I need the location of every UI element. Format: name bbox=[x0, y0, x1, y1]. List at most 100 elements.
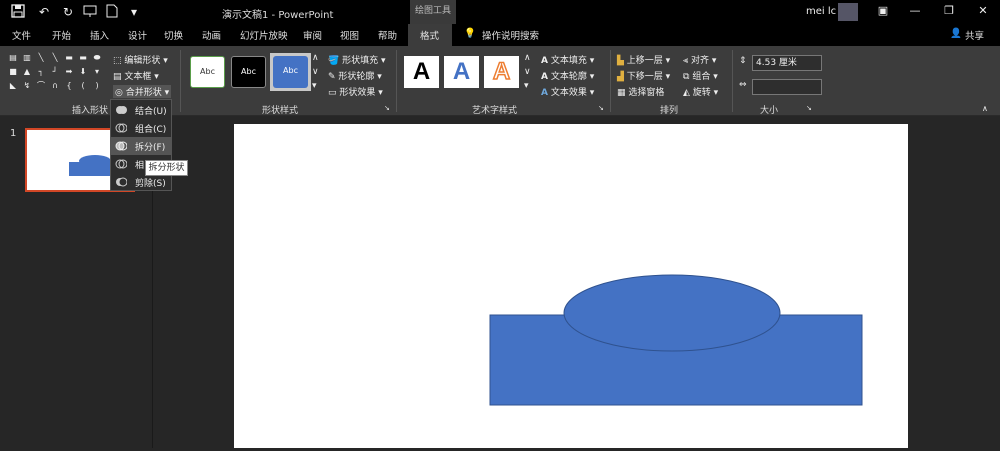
send-backward-icon: ▟ bbox=[617, 72, 624, 82]
send-backward-button[interactable]: ▟ 下移一层 ▾ bbox=[617, 69, 670, 82]
ellipse-shape[interactable] bbox=[563, 274, 781, 352]
styles-scroll-up-icon[interactable]: ∧ bbox=[312, 53, 319, 63]
wordart-blue[interactable]: A bbox=[444, 56, 479, 88]
ribbon-separator bbox=[396, 50, 397, 112]
shape-effects-button[interactable]: ▭ 形状效果 ▾ bbox=[328, 85, 383, 98]
tab-design[interactable]: 设计 bbox=[128, 28, 147, 42]
rectangle-shape-icon[interactable]: ▬ bbox=[64, 53, 74, 63]
textbox-shape-icon[interactable]: ▤ bbox=[8, 53, 18, 63]
more-shapes-icon[interactable]: ▾ bbox=[92, 67, 102, 77]
ribbon-display-icon[interactable]: ▣ bbox=[866, 0, 900, 24]
freeform-shape-icon[interactable]: ↯ bbox=[22, 81, 32, 91]
group-label-shape-styles: 形状样式 bbox=[262, 106, 299, 116]
merge-shapes-button[interactable]: ◎ 合并形状 ▾ bbox=[113, 85, 172, 98]
dialog-launcher-icon[interactable]: ↘ bbox=[806, 104, 812, 112]
styles-more-icon[interactable]: ▾ bbox=[312, 81, 317, 91]
share-icon[interactable]: 👤 bbox=[950, 28, 962, 39]
menu-item-fragment[interactable]: 拆分(F) bbox=[111, 137, 171, 155]
textbox-vertical-icon[interactable]: ▥ bbox=[22, 53, 32, 63]
brace3-shape-icon[interactable]: ) bbox=[92, 81, 102, 91]
ellipse-shape-icon[interactable]: ⬬ bbox=[92, 53, 102, 63]
dialog-launcher-icon[interactable]: ↘ bbox=[598, 104, 604, 112]
align-button[interactable]: ⫷ 对齐 ▾ bbox=[683, 53, 716, 66]
shape3-icon[interactable]: ◣ bbox=[8, 81, 18, 91]
tab-home[interactable]: 开始 bbox=[52, 28, 71, 42]
width-input[interactable] bbox=[752, 79, 822, 95]
send-backward-label: 下移一层 bbox=[626, 72, 663, 82]
shape-style-black[interactable]: Abc bbox=[231, 56, 266, 88]
selection-pane-button[interactable]: ▦ 选择窗格 bbox=[617, 85, 664, 98]
line-shape-icon[interactable]: ╲ bbox=[36, 53, 46, 63]
menu-item-combine[interactable]: 组合(C) bbox=[111, 119, 171, 137]
elbow-shape-icon[interactable]: ┘ bbox=[50, 67, 60, 77]
curve-shape-icon[interactable]: ⌒ bbox=[36, 81, 46, 91]
share-button[interactable]: 共享 bbox=[965, 28, 984, 42]
tab-help[interactable]: 帮助 bbox=[378, 28, 397, 42]
tab-view[interactable]: 视图 bbox=[340, 28, 359, 42]
brace2-shape-icon[interactable]: ( bbox=[78, 81, 88, 91]
wordart-orange-outline[interactable]: A bbox=[484, 56, 519, 88]
text-outline-button[interactable]: A 文本轮廓 ▾ bbox=[541, 69, 594, 82]
user-name[interactable]: mei lc bbox=[806, 6, 836, 17]
slide-number: 1 bbox=[10, 128, 17, 139]
dialog-launcher-icon[interactable]: ↘ bbox=[384, 104, 390, 112]
wordart-black[interactable]: A bbox=[404, 56, 439, 88]
tab-format[interactable]: 格式 bbox=[420, 28, 439, 42]
tab-insert[interactable]: 插入 bbox=[90, 28, 109, 42]
shapes-gallery[interactable]: ▤ ▥ ╲ ╲ ▬ ▬ ⬬ ■ ▲ ┐ ┘ ➡ ⬇ ▾ ◣ ↯ ⌒ ∩ { ( … bbox=[8, 53, 108, 97]
curve2-shape-icon[interactable]: ∩ bbox=[50, 81, 60, 91]
new-file-icon[interactable] bbox=[104, 4, 120, 20]
tab-transitions[interactable]: 切换 bbox=[164, 28, 183, 42]
customize-qat-icon[interactable]: ▾ bbox=[126, 4, 142, 20]
collapse-ribbon-icon[interactable]: ∧ bbox=[982, 104, 988, 113]
present-icon[interactable] bbox=[82, 4, 98, 20]
edit-shape-button[interactable]: ⬚ 编辑形状 ▾ bbox=[113, 53, 168, 66]
group-label: 组合 bbox=[692, 72, 711, 82]
wordart-scroll-down-icon[interactable]: ∨ bbox=[524, 67, 531, 77]
bring-forward-button[interactable]: ▙ 上移一层 ▾ bbox=[617, 53, 670, 66]
union-icon bbox=[115, 104, 127, 116]
styles-scroll-down-icon[interactable]: ∨ bbox=[312, 67, 319, 77]
shape-outline-button[interactable]: ✎ 形状轮廓 ▾ bbox=[328, 69, 382, 82]
text-effects-button[interactable]: A 文本效果 ▾ bbox=[541, 85, 594, 98]
arrow-down-shape-icon[interactable]: ⬇ bbox=[78, 67, 88, 77]
rounded-rect-shape-icon[interactable]: ▬ bbox=[78, 53, 88, 63]
connector-shape-icon[interactable]: ┐ bbox=[36, 67, 46, 77]
restore-button[interactable]: ❐ bbox=[932, 0, 966, 24]
tab-slideshow[interactable]: 幻灯片放映 bbox=[240, 28, 288, 42]
selection-pane-icon: ▦ bbox=[617, 88, 626, 98]
shape-style-white[interactable]: Abc bbox=[190, 56, 225, 88]
rect2-shape-icon[interactable]: ■ bbox=[8, 67, 18, 77]
group-button[interactable]: ⧉ 组合 ▾ bbox=[683, 69, 718, 82]
arrow-right-shape-icon[interactable]: ➡ bbox=[64, 67, 74, 77]
tab-review[interactable]: 审阅 bbox=[303, 28, 322, 42]
save-icon[interactable] bbox=[10, 4, 26, 20]
group-label-size: 大小 bbox=[760, 106, 779, 116]
redo-icon[interactable]: ↻ bbox=[60, 4, 76, 20]
search-tell-me[interactable]: 操作说明搜索 bbox=[482, 28, 539, 42]
shape-effects-label: 形状效果 bbox=[339, 88, 376, 98]
rotate-button[interactable]: ◭ 旋转 ▾ bbox=[683, 85, 718, 98]
pencil-icon: ✎ bbox=[328, 72, 336, 82]
slide-canvas[interactable] bbox=[234, 124, 908, 448]
text-fill-button[interactable]: A 文本填充 ▾ bbox=[541, 53, 594, 66]
menu-item-union[interactable]: 结合(U) bbox=[111, 101, 171, 119]
shape-style-blue[interactable]: Abc bbox=[273, 56, 308, 88]
height-input[interactable]: 4.53 厘米 bbox=[752, 55, 822, 71]
undo-icon[interactable]: ↶ bbox=[36, 4, 52, 20]
menu-item-label: 剪除(S) bbox=[135, 179, 166, 189]
close-button[interactable]: ✕ bbox=[966, 0, 1000, 24]
tab-file[interactable]: 文件 bbox=[12, 28, 31, 42]
ribbon-separator bbox=[180, 50, 181, 112]
text-box-button[interactable]: ▤ 文本框 ▾ bbox=[113, 69, 159, 82]
fragment-icon bbox=[115, 140, 128, 152]
minimize-button[interactable]: — bbox=[898, 0, 932, 24]
tab-animations[interactable]: 动画 bbox=[202, 28, 221, 42]
wordart-scroll-up-icon[interactable]: ∧ bbox=[524, 53, 531, 63]
shape-fill-button[interactable]: 🪣 形状填充 ▾ bbox=[328, 53, 386, 66]
brace-shape-icon[interactable]: { bbox=[64, 81, 74, 91]
avatar[interactable] bbox=[838, 3, 858, 21]
wordart-more-icon[interactable]: ▾ bbox=[524, 81, 529, 91]
line2-shape-icon[interactable]: ╲ bbox=[50, 53, 60, 63]
triangle-shape-icon[interactable]: ▲ bbox=[22, 67, 32, 77]
